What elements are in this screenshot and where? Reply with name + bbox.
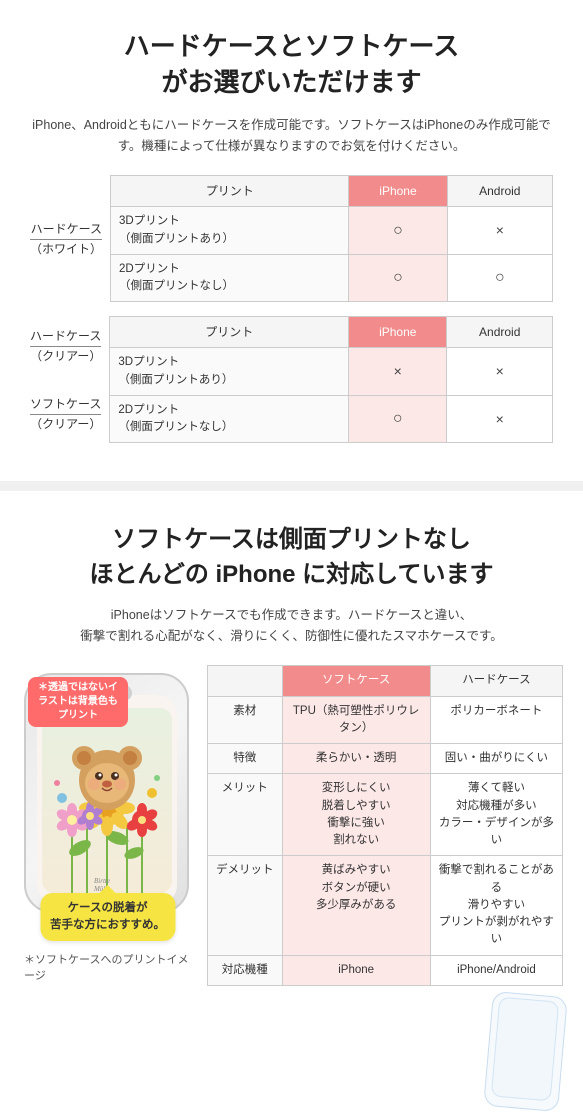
section2-title: ソフトケースは側面プリントなし ほとんどの iPhone に対応しています bbox=[20, 523, 563, 593]
android2-2d-value: × bbox=[447, 395, 553, 443]
table-row: メリット 変形しにくい脱着しやすい衝撃に強い割れない 薄くて軽い対応機種が多いカ… bbox=[208, 774, 563, 856]
soft-case-clear-label: ソフトケース （クリアー） bbox=[30, 395, 101, 433]
print2-2d-label: 2Dプリント（側面プリントなし） bbox=[110, 395, 349, 443]
iphone-2d-value: ○ bbox=[349, 254, 447, 302]
table-row: 素材 TPU（熱可塑性ポリウレタン） ポリカーボネート bbox=[208, 696, 563, 744]
label-material: 素材 bbox=[208, 696, 283, 744]
hard-case-white-label: ハードケース （ホワイト） bbox=[30, 220, 102, 258]
table2-side-labels: ハードケース （クリアー） ソフトケース （クリアー） bbox=[30, 316, 109, 443]
label-device: 対応機種 bbox=[208, 955, 283, 985]
comparison-table: ソフトケース ハードケース 素材 TPU（熱可塑性ポリウレタン） ポリカーボネー… bbox=[207, 665, 563, 986]
table1-side-labels: ハードケース （ホワイト） bbox=[30, 175, 110, 302]
comparison-area: ＊透過ではないイラストは背景色もプリント bbox=[20, 665, 563, 1074]
col2-print-header: プリント bbox=[110, 317, 349, 348]
col-android-header: Android bbox=[447, 176, 552, 207]
hard-device: iPhone/Android bbox=[430, 955, 562, 985]
comp-hard-header: ハードケース bbox=[430, 666, 562, 696]
table2-group: ハードケース （クリアー） ソフトケース （クリアー） プリント iPhone … bbox=[30, 316, 553, 443]
section2-description: iPhoneはソフトケースでも作成できます。ハードケースと違い、 衝撃で割れる心… bbox=[20, 605, 563, 648]
section2-footnote: ＊ソフトケースへのプリントイメージ bbox=[20, 951, 195, 983]
table-row: 3Dプリント（側面プリントあり） × × bbox=[110, 348, 553, 396]
table-row: 対応機種 iPhone iPhone/Android bbox=[208, 955, 563, 985]
bear-illustration-svg: Birtte Mülle bbox=[42, 708, 172, 893]
table-row: 2Dプリント（側面プリントなし） ○ ○ bbox=[111, 254, 553, 302]
android-2d-value: ○ bbox=[447, 254, 552, 302]
table1: プリント iPhone Android 3Dプリント（側面プリントあり） ○ ×… bbox=[110, 175, 553, 302]
table1-group: ハードケース （ホワイト） プリント iPhone Android 3Dプリント… bbox=[30, 175, 553, 302]
label-demerit: デメリット bbox=[208, 856, 283, 955]
hard-merit: 薄くて軽い対応機種が多いカラー・デザインが多い bbox=[430, 774, 562, 856]
col-print-header: プリント bbox=[111, 176, 349, 207]
yellow-bubble: ケースの脱着が 苦手な方におすすめ。 bbox=[40, 893, 175, 942]
comparison-table-col: ソフトケース ハードケース 素材 TPU（熱可塑性ポリウレタン） ポリカーボネー… bbox=[207, 665, 563, 1074]
iphone-3d-value: ○ bbox=[349, 207, 447, 255]
iphone2-2d-value: ○ bbox=[349, 395, 447, 443]
hard-case-clear-label: ハードケース （クリアー） bbox=[30, 327, 101, 365]
print2-3d-label: 3Dプリント（側面プリントあり） bbox=[110, 348, 349, 396]
col2-android-header: Android bbox=[447, 317, 553, 348]
soft-demerit: 黄ばみやすいボタンが硬い多少厚みがある bbox=[282, 856, 430, 955]
android2-3d-value: × bbox=[447, 348, 553, 396]
table-row: 2Dプリント（側面プリントなし） ○ × bbox=[110, 395, 553, 443]
soft-material: TPU（熱可塑性ポリウレタン） bbox=[282, 696, 430, 744]
table-row: 3Dプリント（側面プリントあり） ○ × bbox=[111, 207, 553, 255]
col-iphone-header: iPhone bbox=[349, 176, 447, 207]
soft-merit: 変形しにくい脱着しやすい衝撃に強い割れない bbox=[282, 774, 430, 856]
section-divider bbox=[0, 481, 583, 491]
table2: プリント iPhone Android 3Dプリント（側面プリントあり） × ×… bbox=[109, 316, 553, 443]
phone-image-col: ＊透過ではないイラストは背景色もプリント bbox=[20, 665, 195, 983]
note-bubble: ＊透過ではないイラストは背景色もプリント bbox=[28, 677, 128, 727]
android-3d-value: × bbox=[447, 207, 552, 255]
iphone2-3d-value: × bbox=[349, 348, 447, 396]
print-2d-label: 2Dプリント（側面プリントなし） bbox=[111, 254, 349, 302]
table2-row-group: ハードケース （クリアー） ソフトケース （クリアー） プリント iPhone … bbox=[30, 316, 553, 443]
table-row: 特徴 柔らかい・透明 固い・曲がりにくい bbox=[208, 744, 563, 774]
table1-row-group: ハードケース （ホワイト） プリント iPhone Android 3Dプリント… bbox=[30, 175, 553, 302]
section2: ソフトケースは側面プリントなし ほとんどの iPhone に対応しています iP… bbox=[0, 499, 583, 1094]
soft-device: iPhone bbox=[282, 955, 430, 985]
table-row: デメリット 黄ばみやすいボタンが硬い多少厚みがある 衝撃で割れることがある滑りや… bbox=[208, 856, 563, 955]
comp-empty-header bbox=[208, 666, 283, 696]
section1-title: ハードケースとソフトケース がお選びいただけます bbox=[30, 28, 553, 101]
label-merit: メリット bbox=[208, 774, 283, 856]
section1: ハードケースとソフトケース がお選びいただけます iPhone、Androidと… bbox=[0, 0, 583, 473]
hard-demerit: 衝撃で割れることがある滑りやすいプリントが剥がれやすい bbox=[430, 856, 562, 955]
hard-feature: 固い・曲がりにくい bbox=[430, 744, 562, 774]
print-3d-label: 3Dプリント（側面プリントあり） bbox=[111, 207, 349, 255]
svg-text:Birtte: Birtte bbox=[94, 877, 110, 885]
comp-soft-header: ソフトケース bbox=[282, 666, 430, 696]
soft-feature: 柔らかい・透明 bbox=[282, 744, 430, 774]
section1-description: iPhone、Androidともにハードケースを作成可能です。ソフトケースはiP… bbox=[30, 115, 553, 158]
label-feature: 特徴 bbox=[208, 744, 283, 774]
hard-material: ポリカーボネート bbox=[430, 696, 562, 744]
col2-iphone-header: iPhone bbox=[349, 317, 447, 348]
